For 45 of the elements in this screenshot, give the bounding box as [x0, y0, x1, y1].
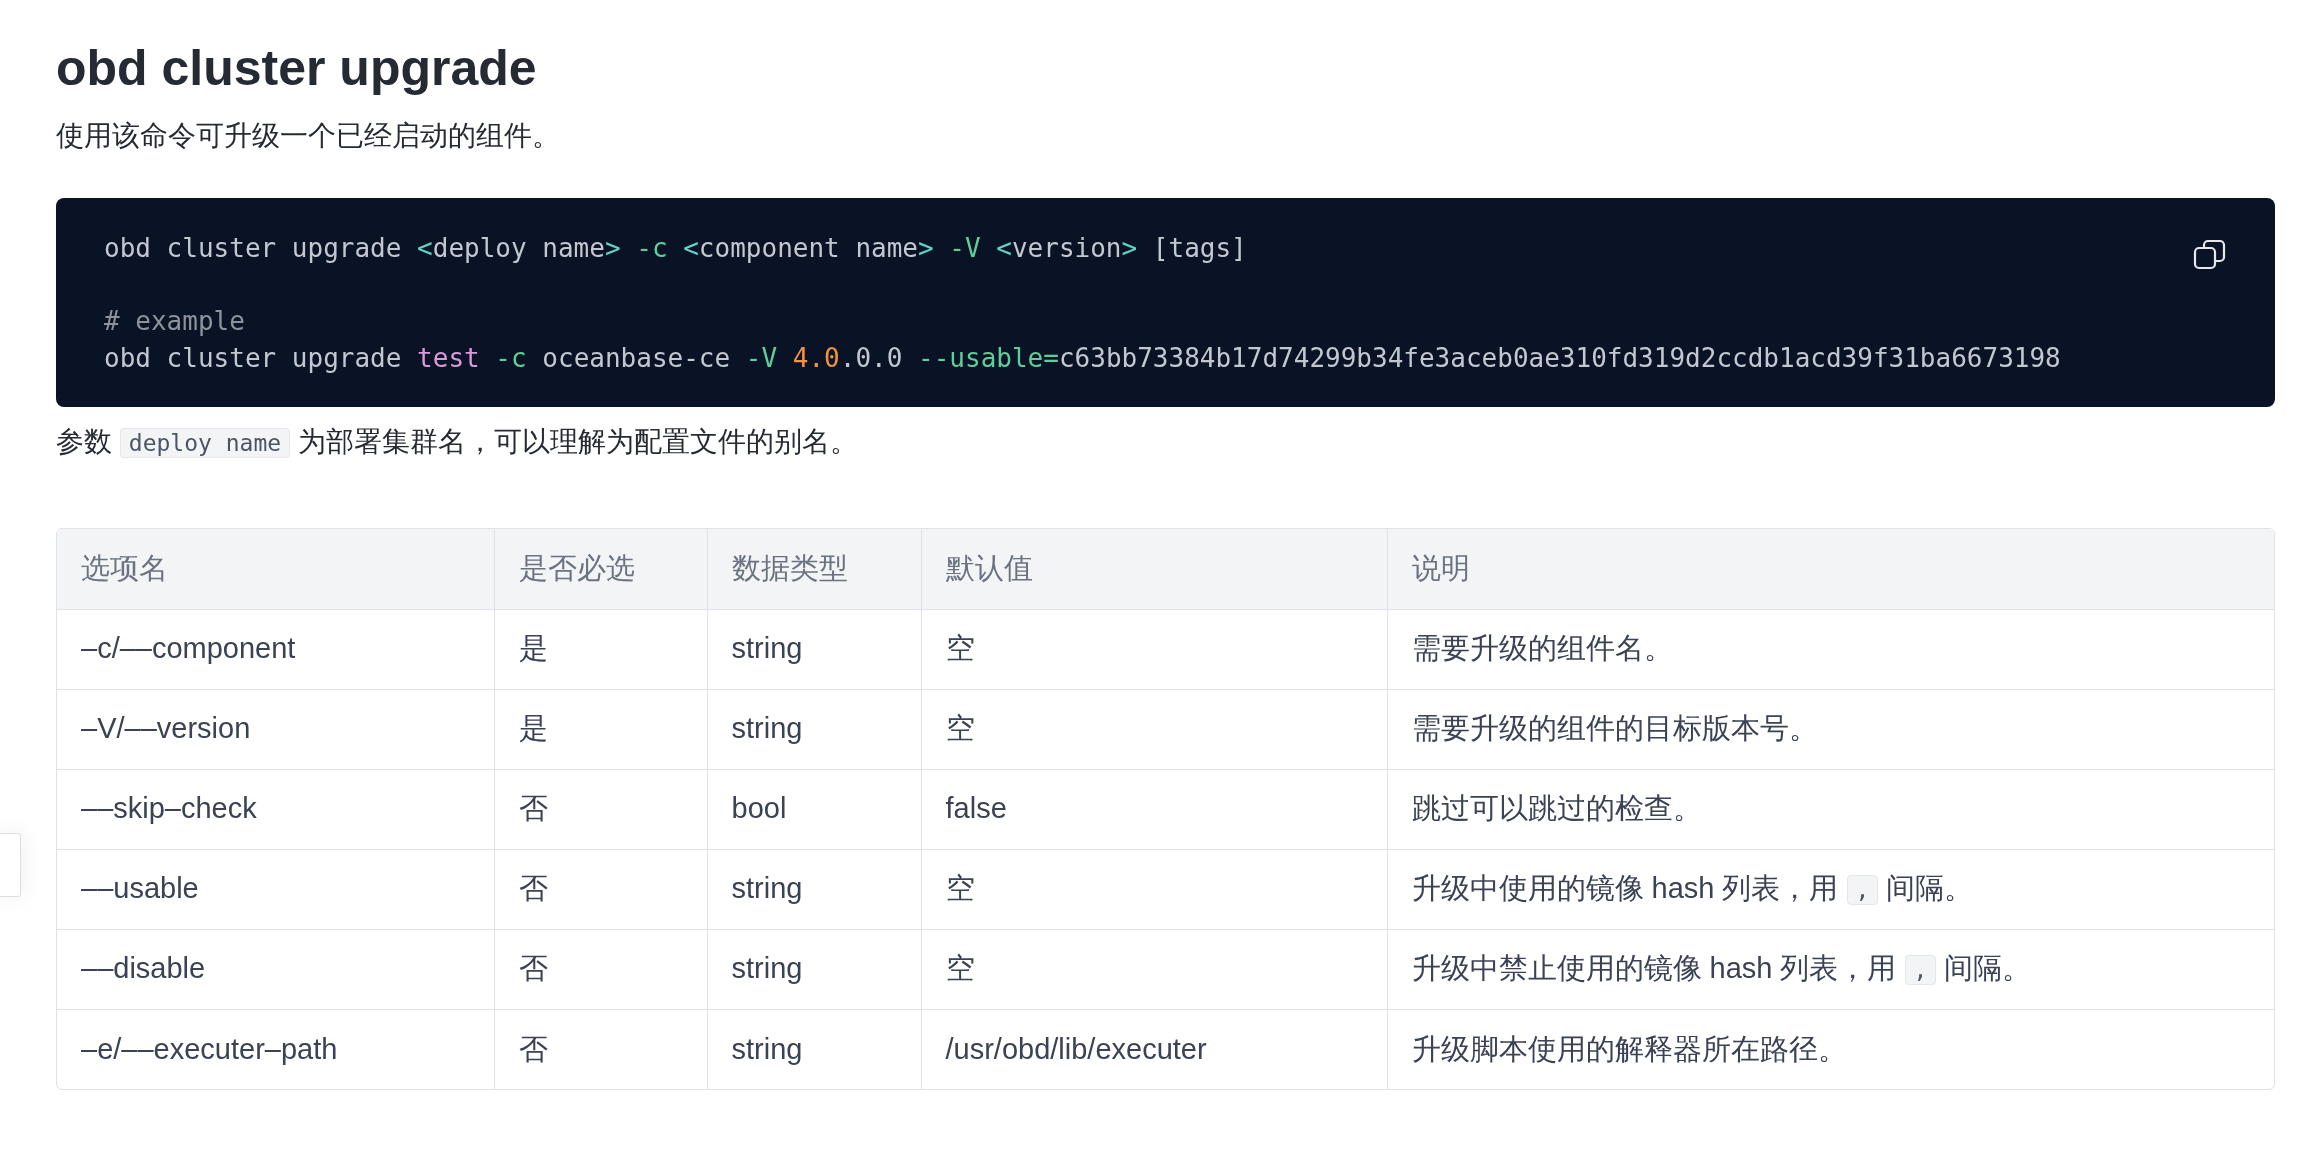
table-cell: 需要升级的组件名。 — [1387, 609, 2274, 689]
table-cell: 否 — [494, 929, 707, 1009]
table-cell: 需要升级的组件的目标版本号。 — [1387, 689, 2274, 769]
column-header: 是否必选 — [494, 529, 707, 609]
column-header: 说明 — [1387, 529, 2274, 609]
table-cell: string — [707, 1009, 921, 1089]
intro-text: 使用该命令可升级一个已经启动的组件。 — [56, 119, 560, 153]
table-cell: 升级中使用的镜像 hash 列表，用 , 间隔。 — [1387, 849, 2274, 929]
table-cell: ––disable — [57, 929, 494, 1009]
column-header: 数据类型 — [707, 529, 921, 609]
table-cell: 否 — [494, 1009, 707, 1089]
code-line: obd cluster upgrade test -c oceanbase-ce -V 4.0.0.0 --usable=c63bb73384b17d74299b34fe3aceb0ae310fd319d2ccdb1acd39f31ba6673198 — [104, 342, 2061, 375]
table-cell: false — [921, 769, 1387, 849]
table-cell: 空 — [921, 609, 1387, 689]
parameter-note: 参数 deploy name 为部署集群名，可以理解为配置文件的别名。 — [56, 425, 858, 460]
table-cell: string — [707, 609, 921, 689]
inline-code: , — [1846, 875, 1879, 906]
column-header: 选项名 — [57, 529, 494, 609]
table-cell: 跳过可以跳过的检查。 — [1387, 769, 2274, 849]
code-line: obd cluster upgrade <deploy name> -c <component name> -V <version> [tags] — [104, 232, 1247, 265]
table-cell: string — [707, 689, 921, 769]
inline-code: deploy name — [119, 428, 291, 458]
table-cell: bool — [707, 769, 921, 849]
table-cell: string — [707, 849, 921, 929]
table-cell: 否 — [494, 849, 707, 929]
table-cell: –V/––version — [57, 689, 494, 769]
page-title: obd cluster upgrade — [56, 39, 537, 98]
table-cell: ––usable — [57, 849, 494, 929]
code-line: # example — [104, 266, 245, 339]
table-cell: 是 — [494, 609, 707, 689]
copy-icon[interactable] — [2193, 238, 2227, 272]
table-cell: –e/––executer–path — [57, 1009, 494, 1089]
inline-code: , — [1904, 955, 1937, 986]
column-header: 默认值 — [921, 529, 1387, 609]
table-cell: 空 — [921, 689, 1387, 769]
table-cell: 空 — [921, 929, 1387, 1009]
table-cell: 升级中禁止使用的镜像 hash 列表，用 , 间隔。 — [1387, 929, 2274, 1009]
table-cell: –c/––component — [57, 609, 494, 689]
table-cell: /usr/obd/lib/executer — [921, 1009, 1387, 1089]
table-cell: ––skip–check — [57, 769, 494, 849]
table-cell: 空 — [921, 849, 1387, 929]
table-cell: 否 — [494, 769, 707, 849]
table-cell: 是 — [494, 689, 707, 769]
table-cell: string — [707, 929, 921, 1009]
table-cell: 升级脚本使用的解释器所在路径。 — [1387, 1009, 2274, 1089]
